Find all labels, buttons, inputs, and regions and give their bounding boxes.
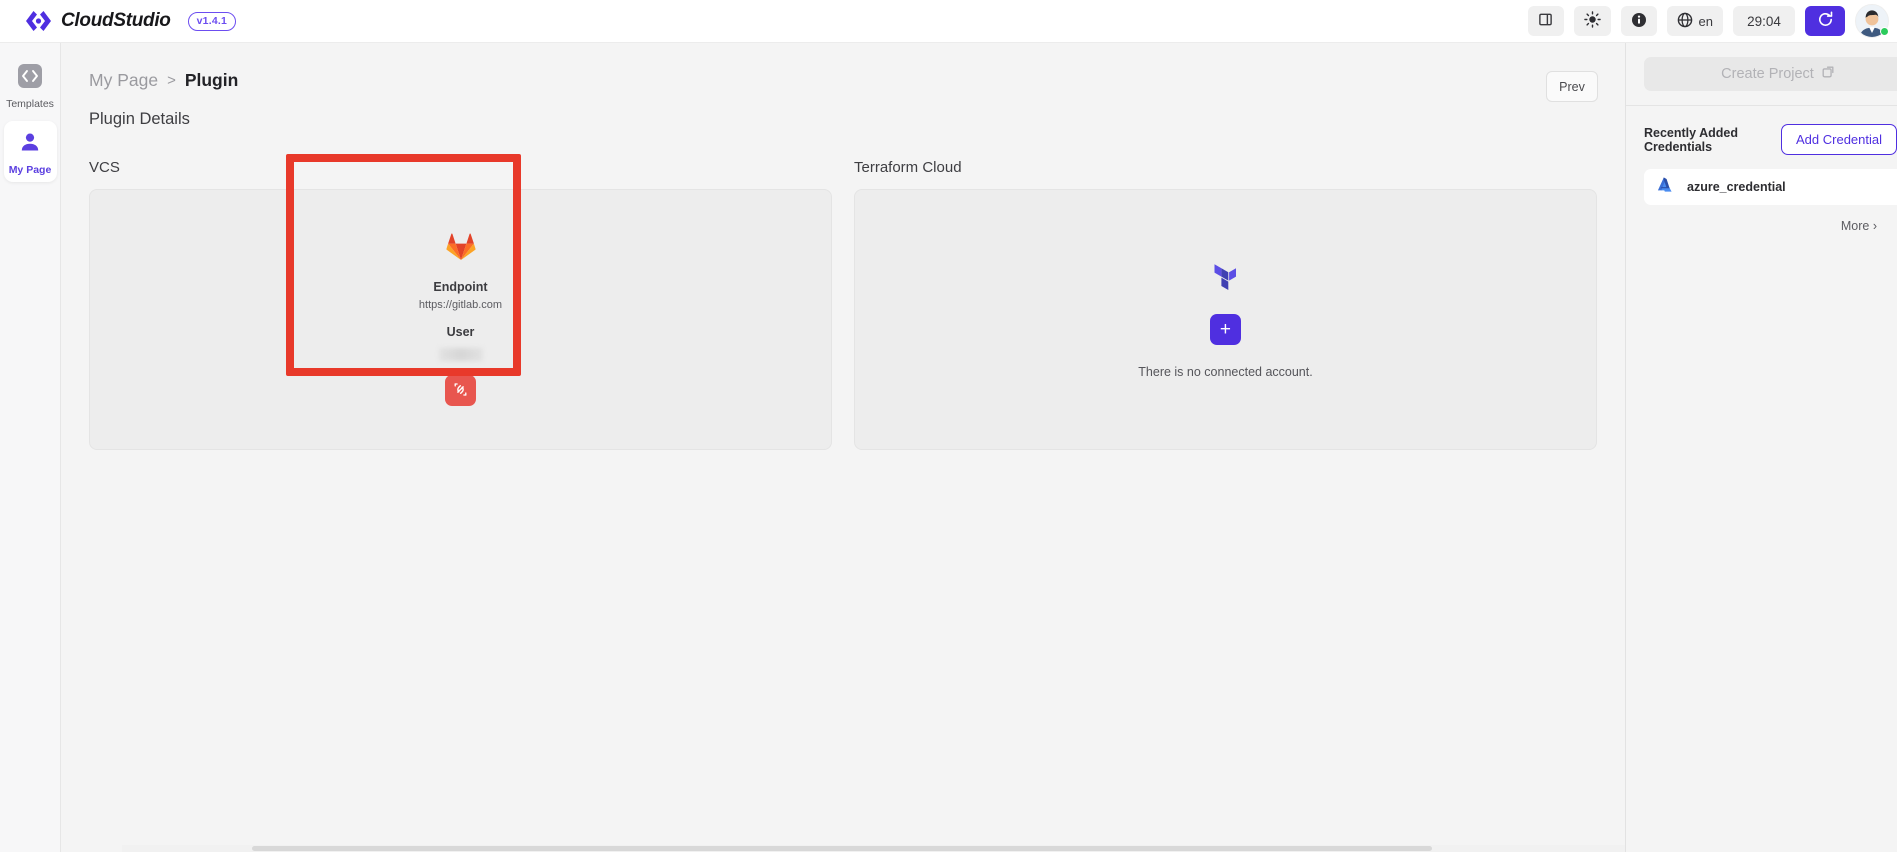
vcs-heading: VCS xyxy=(89,159,832,176)
empty-state-message: There is no connected account. xyxy=(1138,365,1312,379)
vcs-column: VCS xyxy=(89,159,832,450)
language-selector[interactable]: en xyxy=(1667,6,1723,36)
main-content: My Page > Plugin Prev Plugin Details VCS xyxy=(61,43,1625,852)
credentials-header: Recently Added Credentials Add Credentia… xyxy=(1626,106,1897,155)
cloudstudio-logo-icon xyxy=(25,10,52,32)
terraform-cloud-column: Terraform Cloud + There is no co xyxy=(854,159,1597,450)
credential-name: azure_credential xyxy=(1687,180,1786,194)
external-link-icon xyxy=(1821,65,1835,83)
breadcrumb-current: Plugin xyxy=(185,70,238,91)
terraform-cloud-card[interactable]: + There is no connected account. xyxy=(854,189,1597,450)
globe-icon xyxy=(1677,12,1693,31)
session-timer[interactable]: 29:04 xyxy=(1733,6,1795,36)
sidebar-item-templates-label: Templates xyxy=(6,99,54,110)
endpoint-value: https://gitlab.com xyxy=(419,299,502,311)
azure-logo-icon xyxy=(1656,175,1675,199)
horizontal-scrollbar-thumb[interactable] xyxy=(252,846,1432,851)
refresh-button[interactable] xyxy=(1805,6,1845,36)
sidebar-item-my-page[interactable]: My Page xyxy=(4,121,57,183)
more-link-label: More xyxy=(1841,219,1869,233)
breadcrumb: My Page > Plugin xyxy=(61,43,1625,95)
chevron-right-icon: › xyxy=(1873,219,1877,233)
credential-list-item[interactable]: azure_credential xyxy=(1644,169,1897,205)
right-panel: Create Project Recently Added Credential… xyxy=(1625,43,1897,852)
brand-logo[interactable]: CloudStudio v1.4.1 xyxy=(25,10,236,32)
theme-toggle-button[interactable] xyxy=(1574,6,1611,36)
breadcrumb-parent[interactable]: My Page xyxy=(89,70,158,91)
prev-button[interactable]: Prev xyxy=(1546,71,1598,102)
add-account-button[interactable]: + xyxy=(1210,314,1241,345)
more-link[interactable]: More › xyxy=(1626,219,1897,233)
unlink-icon xyxy=(452,381,469,401)
session-timer-label: 29:04 xyxy=(1747,14,1781,29)
info-icon xyxy=(1631,12,1647,31)
vcs-card[interactable]: Endpoint https://gitlab.com User xyxy=(89,189,832,450)
terraform-card-content: + There is no connected account. xyxy=(1138,261,1312,379)
terraform-logo-icon xyxy=(1211,261,1239,296)
terraform-cloud-heading: Terraform Cloud xyxy=(854,159,1597,176)
header-controls: en 29:04 xyxy=(1528,4,1897,38)
info-button[interactable] xyxy=(1621,6,1657,36)
app-root: CloudStudio v1.4.1 xyxy=(0,0,1897,852)
language-label: en xyxy=(1699,14,1713,29)
user-label: User xyxy=(447,325,475,339)
refresh-icon xyxy=(1816,10,1835,32)
credentials-heading: Recently Added Credentials xyxy=(1644,126,1769,154)
vcs-card-content: Endpoint https://gitlab.com User xyxy=(419,233,502,406)
page-title: Plugin Details xyxy=(61,95,1625,129)
user-icon xyxy=(17,129,43,160)
horizontal-scrollbar[interactable] xyxy=(122,845,1625,852)
plugin-cards-row: VCS xyxy=(61,129,1625,450)
brand-name: CloudStudio xyxy=(61,10,171,32)
sidebar-item-templates[interactable]: Templates xyxy=(4,55,57,117)
online-status-dot xyxy=(1880,27,1889,36)
user-value-redacted xyxy=(439,348,483,361)
sun-icon xyxy=(1584,11,1601,31)
docs-panel-button[interactable] xyxy=(1528,6,1564,36)
create-project-label: Create Project xyxy=(1721,66,1814,82)
avatar[interactable] xyxy=(1855,4,1889,38)
app-header: CloudStudio v1.4.1 xyxy=(0,0,1897,43)
left-sidebar: Templates My Page xyxy=(0,43,61,852)
breadcrumb-separator: > xyxy=(167,72,176,89)
add-credential-button[interactable]: Add Credential xyxy=(1781,124,1897,155)
disconnect-button[interactable] xyxy=(445,375,476,406)
gitlab-logo-icon xyxy=(446,233,476,266)
book-icon xyxy=(1538,12,1553,30)
version-badge: v1.4.1 xyxy=(188,12,236,31)
sidebar-item-my-page-label: My Page xyxy=(9,165,52,176)
code-brackets-icon xyxy=(17,63,43,94)
create-project-button[interactable]: Create Project xyxy=(1644,57,1897,91)
endpoint-label: Endpoint xyxy=(433,280,487,294)
